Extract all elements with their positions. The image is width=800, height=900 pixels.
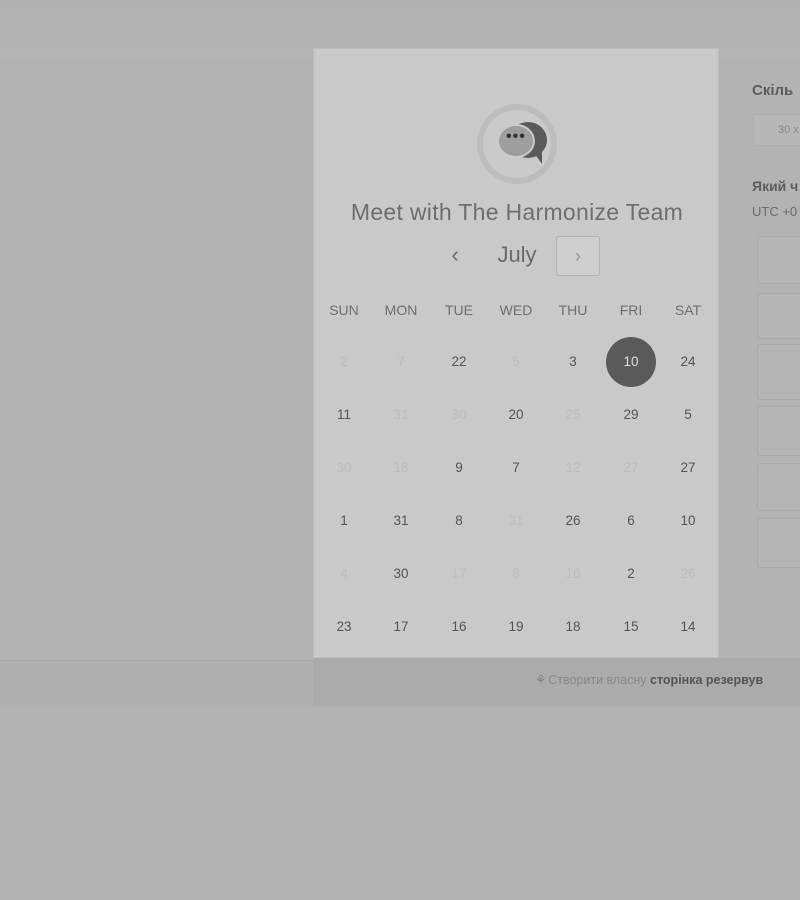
weekday-sun: SUN — [329, 302, 359, 318]
event-title: Meet with The Harmonize Team — [350, 199, 684, 225]
calendar-day[interactable]: 15 — [606, 602, 656, 652]
calendar-day: 4 — [340, 566, 348, 581]
calendar-day[interactable]: 9 — [434, 443, 484, 493]
calendar-day[interactable]: 22 — [434, 337, 484, 387]
calendar-day[interactable]: 6 — [606, 496, 656, 546]
calendar-day: 12 — [565, 460, 581, 475]
calendar-day[interactable]: 26 — [548, 496, 598, 546]
time-slot[interactable] — [757, 463, 800, 511]
calendar-day: 26 — [680, 566, 696, 581]
next-month-button[interactable]: › — [556, 236, 600, 276]
calendar-day[interactable]: 23 — [319, 602, 369, 652]
footer-bold-text: сторінка резервув — [650, 673, 764, 687]
time-slot[interactable] — [757, 344, 800, 400]
prev-month-button[interactable]: ‹ — [440, 235, 470, 275]
sparkle-icon: ⚘ — [535, 673, 547, 687]
calendar-day[interactable]: 7 — [491, 443, 541, 493]
calendar-day[interactable]: 18 — [548, 602, 598, 652]
calendar-day: 8 — [512, 566, 520, 581]
calendar-day[interactable]: 27 — [663, 443, 713, 493]
calendar-day[interactable]: 31 — [376, 496, 426, 546]
calendar-day[interactable]: 30 — [376, 549, 426, 599]
calendar-day: 7 — [397, 354, 405, 369]
calendar-day[interactable]: 1 — [319, 496, 369, 546]
time-label: Який ч — [752, 178, 799, 194]
calendar-day: 17 — [451, 566, 467, 581]
calendar-day-selected[interactable]: 10 — [606, 337, 656, 387]
calendar-day[interactable]: 16 — [434, 602, 484, 652]
weekday-mon: MON — [384, 302, 418, 318]
calendar-day[interactable]: 19 — [491, 602, 541, 652]
create-booking-page-link[interactable]: ⚘ Створити власну сторінка резервув — [535, 672, 763, 687]
time-slot[interactable] — [757, 293, 800, 339]
calendar-day[interactable]: 10 — [663, 496, 713, 546]
weekday-tue: TUE — [445, 302, 473, 318]
weekday-fri: FRI — [619, 302, 643, 318]
calendar-day[interactable]: 17 — [376, 602, 426, 652]
weekday-wed: WED — [499, 302, 533, 318]
team-logo: ••• — [477, 104, 557, 184]
weekday-thu: THU — [558, 302, 588, 318]
time-slot[interactable] — [757, 236, 800, 284]
timezone-label[interactable]: UTC +0 — [752, 204, 797, 219]
calendar-day[interactable]: 14 — [663, 602, 713, 652]
calendar-day: 31 — [508, 513, 524, 528]
calendar-day[interactable]: 24 — [663, 337, 713, 387]
duration-select[interactable]: 30 x — [753, 114, 800, 146]
calendar-day: 27 — [623, 460, 639, 475]
calendar-day: 25 — [565, 407, 581, 422]
calendar-day[interactable]: 8 — [434, 496, 484, 546]
calendar-day[interactable]: 20 — [491, 390, 541, 440]
calendar-day[interactable]: 11 — [319, 390, 369, 440]
calendar-day: 16 — [565, 566, 581, 581]
time-slot[interactable] — [757, 406, 800, 456]
weekday-header: SUN MON TUE WED THU FRI SAT — [314, 302, 720, 322]
weekday-sat: SAT — [674, 302, 702, 318]
calendar-day[interactable]: 3 — [548, 337, 598, 387]
calendar-card: ••• Meet with The Harmonize Team ‹ July … — [313, 48, 719, 658]
calendar-day[interactable]: 2 — [606, 549, 656, 599]
duration-label: Скіль — [752, 82, 794, 99]
ellipsis-icon: ••• — [506, 128, 526, 145]
calendar-day: 2 — [340, 354, 348, 369]
footer-text: Створити власну — [548, 673, 651, 687]
calendar-day: 30 — [451, 407, 467, 422]
time-slot[interactable] — [757, 518, 800, 568]
calendar-day: 30 — [336, 460, 352, 475]
month-label: July — [497, 242, 537, 267]
calendar-day: 18 — [393, 460, 409, 475]
calendar-day: 5 — [512, 354, 520, 369]
calendar-day[interactable]: 29 — [606, 390, 656, 440]
calendar-day: 31 — [393, 407, 409, 422]
calendar-day[interactable]: 5 — [663, 390, 713, 440]
